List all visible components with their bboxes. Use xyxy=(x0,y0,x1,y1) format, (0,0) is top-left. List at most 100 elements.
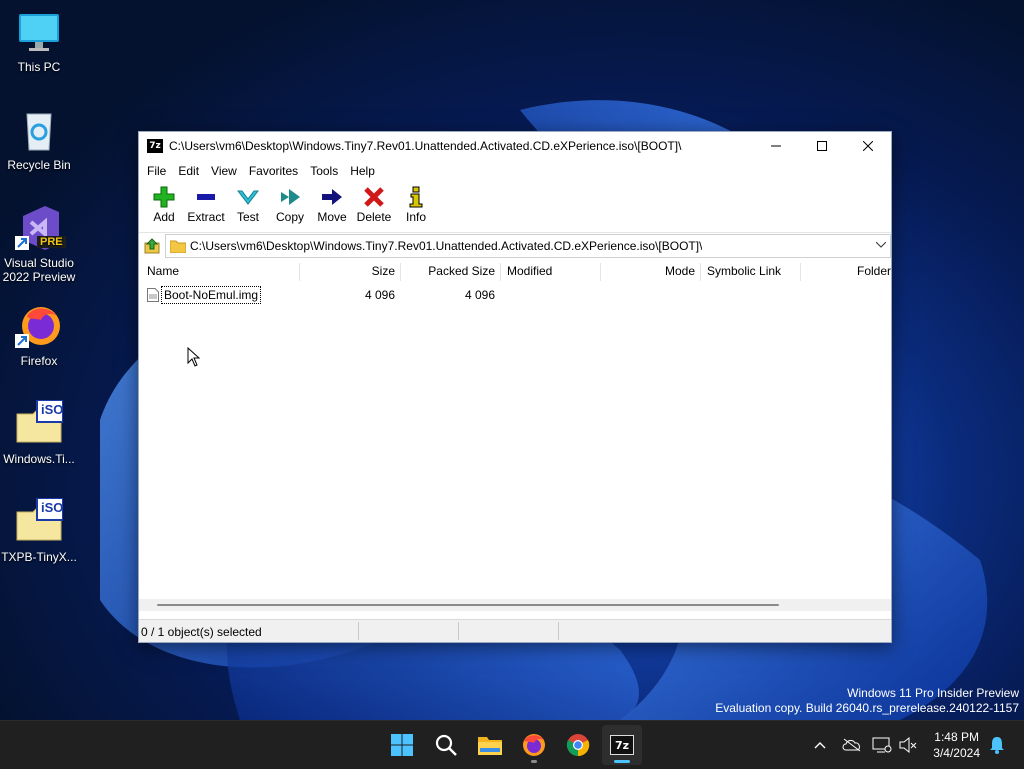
extract-button[interactable]: Extract xyxy=(185,182,227,224)
arrow-icon xyxy=(322,189,342,205)
active-indicator xyxy=(614,760,630,763)
desktop-icon-label: Visual Studio 2022 Preview xyxy=(2,256,76,284)
info-button[interactable]: Info xyxy=(395,182,437,224)
iso-badge: iSO xyxy=(41,500,64,515)
menu-edit[interactable]: Edit xyxy=(174,164,207,178)
menu-file[interactable]: File xyxy=(143,164,174,178)
address-bar: C:\Users\vm6\Desktop\Windows.Tiny7.Rev01… xyxy=(139,232,891,259)
clock[interactable]: 1:48 PM 3/4/2024 xyxy=(933,729,980,761)
add-label: Add xyxy=(153,210,175,224)
watermark-edition: Windows 11 Pro Insider Preview xyxy=(847,686,1019,700)
window-title: C:\Users\vm6\Desktop\Windows.Tiny7.Rev01… xyxy=(169,139,682,153)
status-bar: 0 / 1 object(s) selected xyxy=(139,619,891,642)
test-label: Test xyxy=(236,210,259,224)
desktop-icon-label: This PC xyxy=(17,60,61,74)
bell-icon xyxy=(990,737,1004,754)
column-divider[interactable] xyxy=(700,263,701,281)
close-button[interactable] xyxy=(845,132,891,160)
x-icon xyxy=(364,187,384,207)
up-folder-icon xyxy=(144,238,160,254)
file-packed-size: 4 096 xyxy=(464,288,495,302)
file-name[interactable]: Boot-NoEmul.img xyxy=(161,286,262,304)
delete-label: Delete xyxy=(356,210,392,224)
search-button[interactable] xyxy=(426,725,466,765)
minus-icon xyxy=(197,194,215,200)
volume-button[interactable] xyxy=(896,721,920,769)
desktop-icon-this-pc[interactable]: This PC xyxy=(0,8,78,74)
toolbar: Add Extract Test Copy Move Delete Info xyxy=(139,182,891,232)
desktop-icon-label: Firefox xyxy=(20,354,58,368)
monitor-icon xyxy=(15,8,63,56)
recycle-bin-icon xyxy=(15,106,63,154)
test-button[interactable]: Test xyxy=(227,182,269,224)
chrome-button[interactable] xyxy=(558,725,598,765)
column-folder[interactable]: Folder xyxy=(800,259,891,283)
onedrive-button[interactable] xyxy=(840,721,864,769)
file-explorer-button[interactable] xyxy=(470,725,510,765)
iso-badge: iSO xyxy=(41,402,64,417)
maximize-button[interactable] xyxy=(799,132,845,160)
network-button[interactable] xyxy=(870,721,894,769)
watermark-build: Evaluation copy. Build 26040.rs_prerelea… xyxy=(715,701,1019,715)
start-button[interactable] xyxy=(382,725,422,765)
desktop-icon-recycle-bin[interactable]: Recycle Bin xyxy=(0,106,78,172)
column-size[interactable]: Size xyxy=(299,259,395,283)
column-divider[interactable] xyxy=(500,263,501,281)
menu-bar: File Edit View Favorites Tools Help xyxy=(139,160,891,182)
firefox-icon xyxy=(523,734,545,756)
column-modified[interactable]: Modified xyxy=(507,259,552,283)
desktop-icon-label: Windows.Ti... xyxy=(3,452,75,466)
status-divider xyxy=(458,622,459,640)
folder-icon xyxy=(478,737,502,755)
desktop-icon-firefox[interactable]: Firefox xyxy=(0,302,78,368)
7zip-window: 7z C:\Users\vm6\Desktop\Windows.Tiny7.Re… xyxy=(138,131,892,643)
7zip-taskbar-button[interactable]: 7z xyxy=(602,725,642,765)
copy-button[interactable]: Copy xyxy=(269,182,311,224)
desktop-icon-visual-studio[interactable]: PRE Visual Studio 2022 Preview xyxy=(0,204,78,284)
iso-file-icon: iSO xyxy=(15,497,64,546)
horizontal-scrollbar[interactable] xyxy=(139,599,891,611)
copy-label: Copy xyxy=(275,210,304,224)
double-arrow-icon xyxy=(281,189,300,205)
file-size: 4 096 xyxy=(364,288,395,302)
volume-muted-icon xyxy=(899,737,917,753)
chevron-down-icon[interactable] xyxy=(874,238,888,252)
chevron-up-icon xyxy=(814,742,826,749)
menu-tools[interactable]: Tools xyxy=(306,164,346,178)
notifications-button[interactable] xyxy=(984,721,1010,769)
column-packed-size[interactable]: Packed Size xyxy=(400,259,495,283)
column-symbolic-link[interactable]: Symbolic Link xyxy=(707,259,781,283)
scrollbar-thumb[interactable] xyxy=(157,604,779,606)
show-hidden-icons-button[interactable] xyxy=(808,721,832,769)
firefox-button[interactable] xyxy=(514,725,554,765)
minimize-button[interactable] xyxy=(753,132,799,160)
chrome-icon xyxy=(566,734,590,757)
menu-view[interactable]: View xyxy=(207,164,245,178)
delete-button[interactable]: Delete xyxy=(353,182,395,224)
menu-favorites[interactable]: Favorites xyxy=(245,164,306,178)
add-button[interactable]: Add xyxy=(143,182,185,224)
move-button[interactable]: Move xyxy=(311,182,353,224)
title-bar[interactable]: 7z C:\Users\vm6\Desktop\Windows.Tiny7.Re… xyxy=(139,132,891,160)
minimize-icon xyxy=(771,145,781,147)
file-list[interactable]: Name Size Packed Size Modified Mode Symb… xyxy=(139,259,891,618)
move-label: Move xyxy=(317,210,347,224)
menu-help[interactable]: Help xyxy=(346,164,383,178)
check-icon xyxy=(237,190,259,205)
maximize-icon xyxy=(817,141,827,151)
cloud-offline-icon xyxy=(842,738,861,752)
desktop-icon-txpb-iso[interactable]: iSO TXPB-TinyX... xyxy=(0,497,78,564)
info-label: Info xyxy=(405,210,426,224)
address-field[interactable]: C:\Users\vm6\Desktop\Windows.Tiny7.Rev01… xyxy=(165,234,891,258)
7zip-icon: 7z xyxy=(610,735,634,755)
column-mode[interactable]: Mode xyxy=(600,259,695,283)
clock-date: 3/4/2024 xyxy=(933,746,980,760)
column-name[interactable]: Name xyxy=(147,259,179,283)
table-row[interactable]: Boot-NoEmul.img 4 096 4 096 xyxy=(139,285,891,305)
file-icon xyxy=(147,288,159,302)
status-text: 0 / 1 object(s) selected xyxy=(141,625,262,639)
status-divider xyxy=(358,622,359,640)
desktop-icon-windows-iso[interactable]: iSO Windows.Ti... xyxy=(0,399,78,466)
up-folder-button[interactable] xyxy=(139,234,165,258)
desktop-icon-label: TXPB-TinyX... xyxy=(1,550,77,564)
